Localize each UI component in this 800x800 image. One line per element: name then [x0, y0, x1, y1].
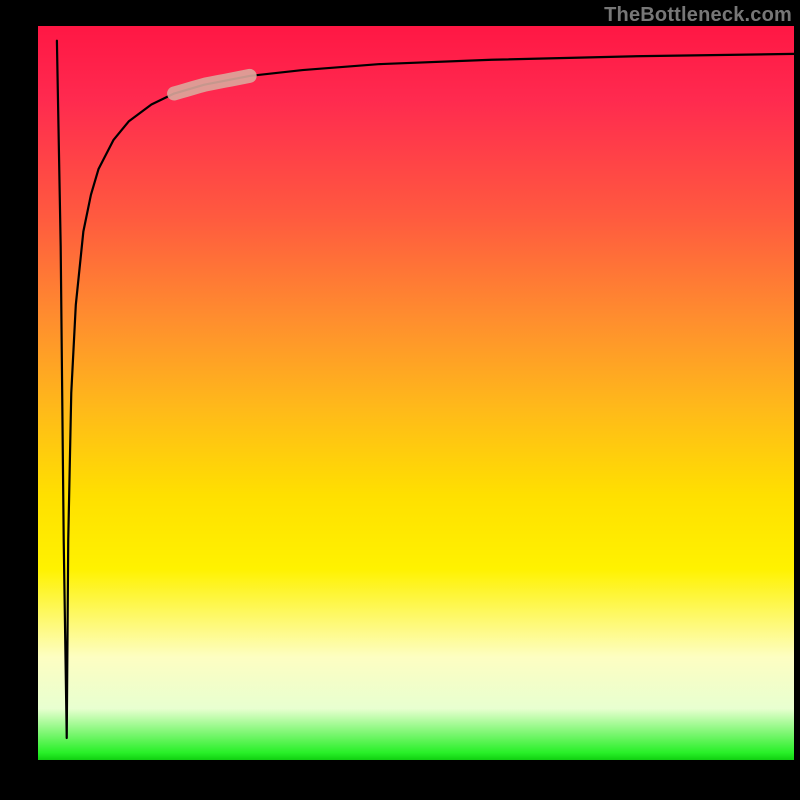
- curve-layer: [38, 26, 794, 760]
- bottleneck-curve: [57, 41, 794, 738]
- chart-canvas: TheBottleneck.com: [0, 0, 800, 800]
- highlight-segment: [174, 76, 250, 94]
- attribution-label: TheBottleneck.com: [604, 4, 792, 27]
